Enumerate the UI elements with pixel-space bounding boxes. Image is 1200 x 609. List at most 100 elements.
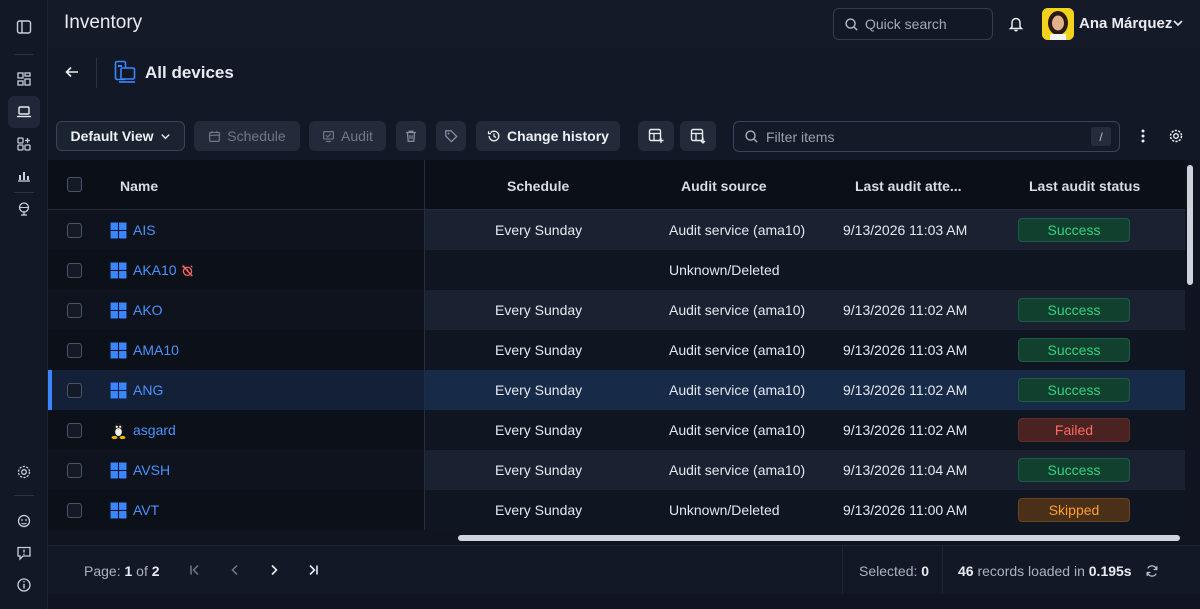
table-row[interactable]: AMA10 Every Sunday Audit service (ama10) 9/… bbox=[48, 330, 1185, 370]
device-name-link[interactable]: AKA10 bbox=[133, 262, 177, 278]
change-history-button[interactable]: Change history bbox=[476, 121, 620, 151]
row-checkbox[interactable] bbox=[67, 263, 82, 278]
info-icon[interactable] bbox=[8, 569, 40, 601]
vertical-scrollbar[interactable] bbox=[1187, 165, 1193, 285]
status-badge: Success bbox=[1018, 458, 1130, 482]
settings-icon[interactable] bbox=[8, 456, 40, 488]
table-add-button[interactable] bbox=[638, 121, 674, 151]
refresh-icon[interactable] bbox=[1145, 564, 1159, 578]
audit-source-cell: Audit service (ama10) bbox=[669, 382, 806, 398]
column-header-name[interactable]: Name bbox=[120, 178, 158, 194]
selected-label: Selected: bbox=[859, 563, 918, 579]
apps-icon[interactable] bbox=[8, 128, 40, 160]
calendar-icon bbox=[209, 130, 221, 142]
selected-count: Selected: 0 bbox=[859, 563, 929, 579]
next-page-icon[interactable] bbox=[267, 563, 281, 577]
first-page-icon[interactable] bbox=[188, 563, 202, 577]
column-header-schedule[interactable]: Schedule bbox=[507, 178, 569, 194]
chevron-down-icon[interactable] bbox=[1172, 17, 1184, 29]
feedback-icon[interactable] bbox=[8, 537, 40, 569]
table-row[interactable]: AIS Every Sunday Audit service (ama10) 9/13… bbox=[48, 210, 1185, 250]
status-badge: Skipped bbox=[1018, 498, 1130, 522]
back-arrow-icon[interactable] bbox=[64, 64, 80, 80]
filter-search-icon bbox=[745, 130, 758, 143]
row-checkbox[interactable] bbox=[67, 303, 82, 318]
dashboard-icon[interactable] bbox=[8, 63, 40, 95]
more-vertical-icon[interactable] bbox=[1140, 128, 1146, 144]
row-selection-indicator bbox=[48, 370, 52, 410]
page-title: All devices bbox=[145, 63, 234, 82]
bell-icon[interactable] bbox=[1008, 15, 1024, 32]
last-page-icon[interactable] bbox=[306, 563, 320, 577]
view-selector-label: Default View bbox=[70, 128, 154, 144]
table-row[interactable]: AVT Every Sunday Unknown/Deleted 9/13/2026 … bbox=[48, 490, 1185, 530]
user-name[interactable]: Ana Márquez bbox=[1079, 15, 1172, 32]
table-row[interactable]: AKA10 Unknown/Deleted bbox=[48, 250, 1185, 290]
tag-button[interactable] bbox=[436, 121, 466, 151]
filter-input[interactable] bbox=[766, 128, 1086, 145]
schedule-cell: Every Sunday bbox=[495, 422, 583, 438]
column-header-last-audit-attempt[interactable]: Last audit atte... bbox=[855, 178, 962, 194]
schedule-cell: Every Sunday bbox=[495, 302, 583, 318]
table-row[interactable]: AKO Every Sunday Audit service (ama10) 9/13… bbox=[48, 290, 1185, 330]
table-settings-button[interactable] bbox=[680, 121, 716, 151]
table-row[interactable]: AVSH Every Sunday Audit service (ama10) 9/1… bbox=[48, 450, 1185, 490]
selected-value: 0 bbox=[921, 563, 930, 579]
tag-icon bbox=[445, 130, 458, 143]
device-name-link[interactable]: AIS bbox=[133, 222, 156, 238]
row-checkbox[interactable] bbox=[67, 503, 82, 518]
device-name-link[interactable]: AKO bbox=[133, 302, 163, 318]
schedule-cell: Every Sunday bbox=[495, 462, 583, 478]
audit-source-cell: Audit service (ama10) bbox=[669, 342, 806, 358]
laptop-icon[interactable] bbox=[8, 96, 40, 128]
device-name-link[interactable]: asgard bbox=[133, 422, 176, 438]
windows-icon bbox=[110, 382, 127, 402]
horizontal-scrollbar[interactable] bbox=[458, 535, 1180, 541]
globe-icon[interactable] bbox=[8, 193, 40, 225]
windows-icon bbox=[110, 342, 127, 362]
prev-page-icon[interactable] bbox=[228, 563, 242, 577]
device-name-link[interactable]: AMA10 bbox=[133, 342, 179, 358]
windows-icon bbox=[110, 302, 127, 322]
row-checkbox[interactable] bbox=[67, 223, 82, 238]
gear-icon[interactable] bbox=[1168, 128, 1184, 144]
row-checkbox[interactable] bbox=[67, 343, 82, 358]
column-header-audit-source[interactable]: Audit source bbox=[681, 178, 767, 194]
reports-icon[interactable] bbox=[8, 159, 40, 191]
sidebar-toggle-icon[interactable] bbox=[8, 11, 40, 43]
table-row[interactable]: ANG Every Sunday Audit service (ama10) 9/13… bbox=[48, 370, 1185, 410]
device-name-link[interactable]: AVSH bbox=[133, 462, 170, 478]
quick-search-input[interactable] bbox=[865, 16, 985, 32]
row-checkbox[interactable] bbox=[67, 463, 82, 478]
page-current: 1 bbox=[124, 563, 133, 579]
last-audit-attempt-cell: 9/13/2026 11:00 AM bbox=[843, 502, 968, 518]
row-checkbox[interactable] bbox=[67, 383, 82, 398]
schedule-button[interactable]: Schedule bbox=[194, 121, 300, 151]
support-icon[interactable] bbox=[8, 505, 40, 537]
delete-button[interactable] bbox=[396, 121, 426, 151]
app-header: Inventory Ana Márquez bbox=[48, 0, 1200, 48]
audit-button[interactable]: Audit bbox=[309, 121, 386, 151]
quick-search[interactable] bbox=[833, 8, 993, 40]
avatar[interactable] bbox=[1042, 8, 1074, 40]
filter-box[interactable]: / bbox=[733, 121, 1120, 152]
row-checkbox[interactable] bbox=[67, 423, 82, 438]
device-name-link[interactable]: AVT bbox=[133, 502, 159, 518]
last-audit-attempt-cell: 9/13/2026 11:03 AM bbox=[843, 342, 968, 358]
select-all-checkbox[interactable] bbox=[67, 177, 82, 192]
schedule-cell: Every Sunday bbox=[495, 222, 583, 238]
status-badge: Failed bbox=[1018, 418, 1130, 442]
toolbar: Default View Schedule Audit Change histo… bbox=[48, 100, 1200, 160]
column-header-last-audit-status[interactable]: Last audit status bbox=[1029, 178, 1140, 194]
windows-icon bbox=[110, 222, 127, 242]
no-audit-icon bbox=[181, 264, 194, 280]
status-badge: Success bbox=[1018, 378, 1130, 402]
table-row[interactable]: asgard Every Sunday Audit service (ama10) 9… bbox=[48, 410, 1185, 450]
status-badge: Success bbox=[1018, 338, 1130, 362]
view-selector[interactable]: Default View bbox=[56, 121, 185, 151]
records-time: 0.195s bbox=[1088, 563, 1132, 579]
windows-icon bbox=[110, 262, 127, 282]
device-name-link[interactable]: ANG bbox=[133, 382, 163, 398]
audit-button-label: Audit bbox=[341, 128, 373, 144]
history-icon bbox=[487, 130, 500, 142]
